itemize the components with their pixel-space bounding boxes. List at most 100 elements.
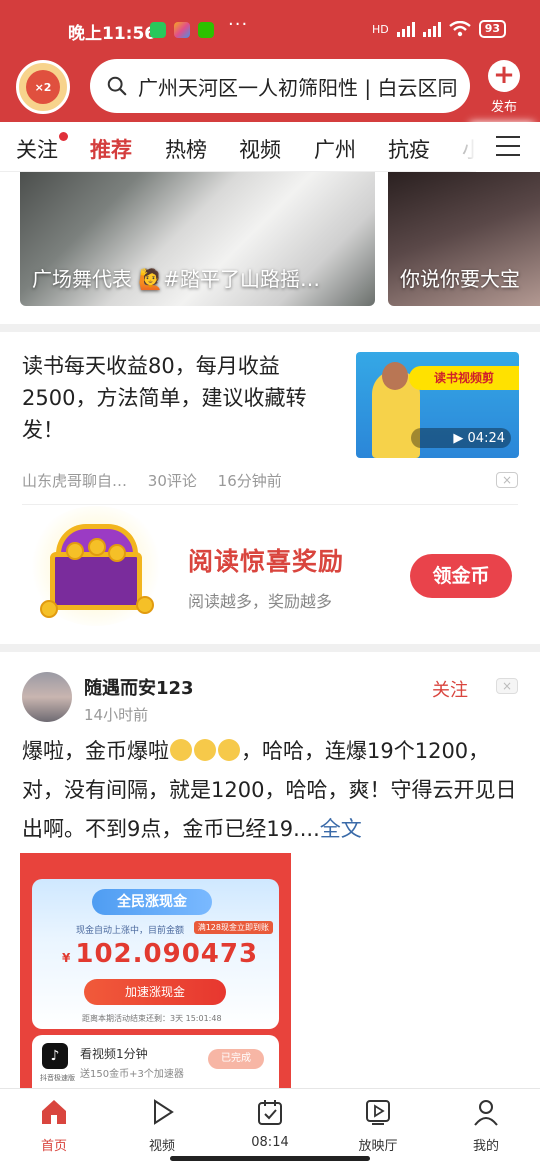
video-title: 你说你要大宝: [400, 267, 520, 291]
laugh-emoji-icon: [170, 739, 192, 761]
post-text[interactable]: 爆啦，金币爆啦 ，哈哈，连爆19个1200，对，没有间隔，就是1200，哈哈，爽！…: [22, 732, 522, 849]
header: 晚上11:56 ··· HD 93 ×2 广州天河区一人初筛阳性 | 白云区同 …: [0, 0, 540, 122]
nav-video-label: 视频: [148, 1139, 175, 1154]
screen-play-icon: [366, 1100, 390, 1125]
publish-button[interactable]: + 发布: [486, 60, 522, 115]
home-icon: [42, 1100, 66, 1124]
wifi-icon: [448, 21, 471, 37]
post-time: 14小时前: [84, 706, 149, 724]
follow-button[interactable]: 关注: [432, 676, 468, 702]
play-icon: [154, 1099, 174, 1125]
search-icon: [107, 76, 127, 96]
plus-icon: +: [488, 60, 520, 92]
avatar[interactable]: [22, 672, 72, 722]
network-label: HD: [371, 22, 389, 36]
douyin-icon: ♪: [42, 1043, 68, 1069]
coin-icon: [66, 542, 84, 560]
task-title: 看视频1分钟: [80, 1047, 148, 1061]
status-right: HD 93: [372, 20, 506, 38]
nav-task[interactable]: 08:14: [235, 1097, 305, 1150]
video-duration: ▶ 04:24: [453, 431, 505, 446]
nav-profile-label: 我的: [472, 1139, 499, 1154]
channel-tabs: 关注 推荐 热榜 视频 广州 抗疫 小: [0, 122, 540, 172]
article-meta: 山东虎哥聊自… 30评论 16分钟前: [22, 470, 298, 491]
menu-icon[interactable]: [496, 136, 520, 156]
currency-symbol: ¥: [62, 951, 72, 965]
video-card[interactable]: 你说你要大宝: [388, 172, 540, 306]
coin-icon: [136, 596, 154, 614]
coin-icon: [108, 544, 126, 562]
battery-icon: 93: [478, 20, 506, 38]
task-card: ♪ 抖音极速版 看视频1分钟 送150金币+3个加速器 已完成: [32, 1035, 279, 1089]
article-comments: 30评论: [147, 472, 197, 490]
dislike-close-icon[interactable]: ×: [496, 678, 518, 694]
dislike-close-icon[interactable]: ×: [496, 472, 518, 488]
task-done-badge: 已完成: [208, 1049, 264, 1069]
calendar-check-icon: [258, 1100, 282, 1125]
tab-recommend[interactable]: 推荐: [90, 134, 132, 164]
tab-video[interactable]: 视频: [239, 134, 281, 164]
divider-line: [22, 504, 518, 505]
countdown-text: 距离本期活动结束还剩：3天 15:01:48: [82, 1014, 222, 1023]
user-icon: [474, 1100, 498, 1126]
cash-badge: 满128现金立即到账: [193, 921, 273, 934]
video-card[interactable]: 广场舞代表 🙋#踏平了山路摇…: [20, 172, 375, 306]
coin-icon: [40, 600, 58, 618]
treasure-chest-icon: [26, 506, 166, 626]
cash-note: 现金自动上涨中，目前金额: [76, 926, 185, 936]
wechat-app-icon: [198, 22, 214, 38]
article-card[interactable]: 读书每天收益80，每月收益2500，方法简单，建议收藏转发！ 读书视频剪 ▶ 0…: [0, 332, 540, 644]
signal-2-icon: [422, 21, 441, 37]
tab-anti-epidemic[interactable]: 抗疫: [388, 134, 430, 164]
thumbnail-head: [382, 362, 408, 390]
nav-task-label: 08:14: [251, 1135, 289, 1150]
user-post[interactable]: 随遇而安123 14小时前 关注 × 爆啦，金币爆啦 ，哈哈，连爆19个1200，…: [0, 652, 540, 1089]
tab-follow[interactable]: 关注: [16, 132, 68, 164]
tab-follow-label: 关注: [16, 138, 58, 162]
signal-icon: [396, 21, 415, 37]
status-bar: 晚上11:56 ··· HD 93: [0, 0, 540, 60]
tab-partial[interactable]: 小: [462, 134, 476, 164]
search-bar[interactable]: 广州天河区一人初筛阳性 | 白云区同: [90, 59, 470, 113]
tab-guangzhou[interactable]: 广州: [314, 134, 356, 164]
article-time: 16分钟前: [217, 472, 282, 490]
publish-label: 发布: [490, 100, 517, 115]
home-indicator[interactable]: [170, 1156, 370, 1161]
nav-home[interactable]: 首页: [19, 1097, 89, 1154]
toutiao-feed-screen: 晚上11:56 ··· HD 93 ×2 广州天河区一人初筛阳性 | 白云区同 …: [0, 0, 540, 1170]
post-username[interactable]: 随遇而安123: [84, 674, 194, 700]
laugh-emoji-icon: [194, 739, 216, 761]
douyin-label: 抖音极速版: [40, 1074, 75, 1082]
reward-subtitle: 阅读越多，奖励越多: [188, 592, 333, 611]
chest-box: [50, 552, 142, 610]
article-title[interactable]: 读书每天收益80，每月收益2500，方法简单，建议收藏转发！: [22, 350, 332, 446]
post-image[interactable]: 全民涨现金 现金自动上涨中，目前金额 满128现金立即到账 ¥102.09047…: [20, 853, 291, 1089]
speed-up-button: 加速涨现金: [84, 979, 226, 1005]
unread-dot: [59, 132, 68, 141]
task-subtitle: 送150金币+3个加速器: [80, 1069, 184, 1080]
read-more-link[interactable]: 全文: [320, 817, 362, 841]
video-title: 广场舞代表 🙋#踏平了山路摇…: [32, 267, 321, 291]
nav-theater[interactable]: 放映厅: [343, 1097, 413, 1154]
article-source[interactable]: 山东虎哥聊自…: [22, 472, 127, 490]
divider: [0, 644, 540, 652]
thumbnail-ribbon: 读书视频剪: [409, 366, 519, 390]
status-time: 晚上11:56: [68, 24, 157, 44]
app-logo[interactable]: ×2: [16, 60, 70, 114]
post-text-a: 爆啦，金币爆啦: [22, 739, 169, 763]
divider: [0, 324, 540, 332]
laugh-emoji-icon: [218, 739, 240, 761]
tab-hot[interactable]: 热榜: [165, 134, 207, 164]
nav-home-label: 首页: [40, 1139, 67, 1154]
cash-amount-value: 102.090473: [75, 939, 259, 969]
cash-banner: 全民涨现金: [92, 889, 212, 915]
reward-title: 阅读惊喜奖励: [188, 547, 345, 576]
nav-profile[interactable]: 我的: [451, 1097, 521, 1154]
claim-coins-button[interactable]: 领金币: [410, 554, 512, 598]
nav-theater-label: 放映厅: [358, 1139, 398, 1154]
video-strip: 广场舞代表 🙋#踏平了山路摇… 你说你要大宝: [0, 172, 540, 324]
search-suggestion: 广州天河区一人初筛阳性 | 白云区同: [138, 75, 458, 100]
article-thumbnail[interactable]: 读书视频剪 ▶ 04:24: [356, 352, 519, 458]
nav-video[interactable]: 视频: [127, 1097, 197, 1154]
cash-card: 全民涨现金 现金自动上涨中，目前金额 满128现金立即到账 ¥102.09047…: [32, 879, 279, 1029]
